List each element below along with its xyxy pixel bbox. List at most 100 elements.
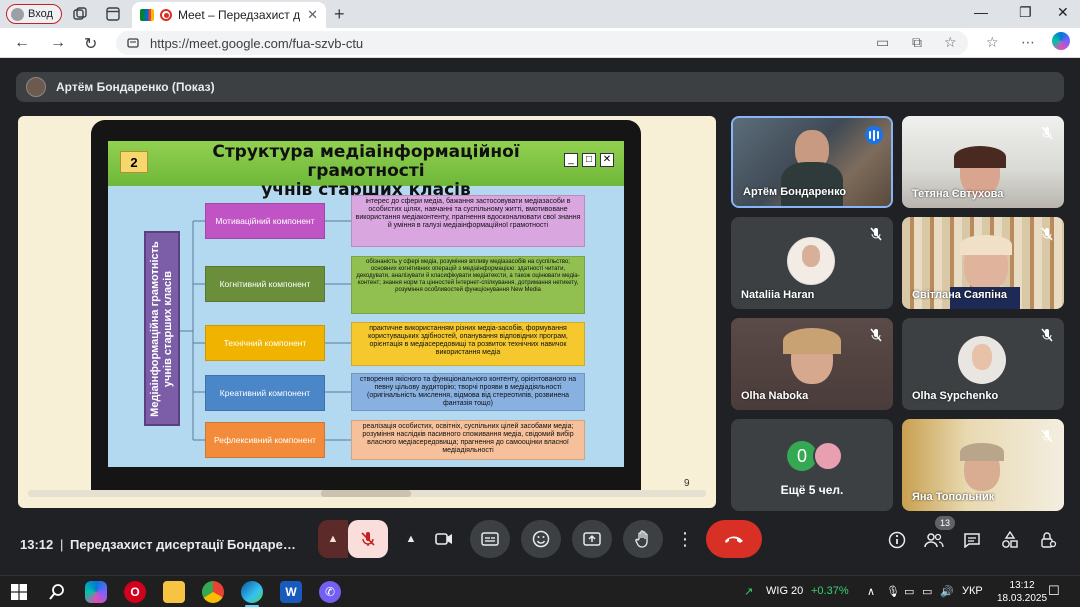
profile-label: Вход (28, 8, 53, 20)
participant-tile[interactable]: Артём Бондаренко (731, 116, 893, 208)
volume-icon[interactable]: 🔊 (940, 585, 954, 598)
camera-in-use-icon[interactable]: ▭ (876, 34, 889, 51)
captions-button[interactable] (470, 520, 510, 558)
more-participants-avatar (813, 441, 843, 471)
favorites-icon[interactable]: ☆ (986, 34, 999, 51)
word-icon[interactable]: W (280, 581, 302, 603)
favorite-star-icon[interactable]: ☆ (944, 34, 957, 51)
present-screen-button[interactable] (572, 520, 612, 558)
copilot-icon[interactable] (1052, 32, 1070, 50)
search-icon[interactable] (46, 581, 68, 603)
participant-name: Артём Бондаренко (743, 186, 847, 198)
tray-clock[interactable]: 13:12 18.03.2025 (997, 579, 1047, 605)
ticker-name[interactable]: WIG 20 (766, 585, 803, 597)
reactions-button[interactable] (521, 520, 561, 558)
participant-tile[interactable]: Nataliia Haran (731, 217, 893, 309)
more-participants-tile[interactable]: 0 Ещё 5 чел. (731, 419, 893, 511)
notifications-icon[interactable]: ☐ (1048, 583, 1060, 599)
shapes-icon (1002, 531, 1018, 548)
tray-date: 18.03.2025 (997, 593, 1048, 604)
show-hidden-icons-icon[interactable]: ∧ (867, 585, 875, 598)
restore-icon[interactable]: ❐ (1019, 4, 1032, 21)
profile-button[interactable]: Вход (6, 4, 62, 24)
more-options-button[interactable]: ⋮ (672, 520, 698, 558)
component-technical: Технічний компонент (205, 325, 325, 361)
refresh-icon[interactable]: ↻ (84, 34, 97, 54)
participant-tile[interactable]: Світлана Саяпіна (902, 217, 1064, 309)
activities-button[interactable] (999, 529, 1021, 551)
vertical-label-line2: учнів старших класів (162, 270, 174, 387)
scrollbar-thumb[interactable] (321, 490, 411, 497)
app-available-icon[interactable]: ⧉ (912, 34, 922, 51)
mic-off-icon (361, 532, 375, 546)
more-participants-label: Ещё 5 чел. (780, 483, 844, 497)
opera-icon[interactable]: O (124, 581, 146, 603)
close-window-icon[interactable]: ✕ (1057, 4, 1069, 21)
slide-page-number: 9 (684, 478, 690, 489)
meeting-controls: 13:12 | Передзахист дисертації Бондаренк… (0, 516, 1080, 575)
presenter-label: Артём Бондаренко (Показ) (56, 80, 215, 94)
speaking-indicator-icon (865, 126, 883, 144)
copilot-app-icon[interactable] (85, 581, 107, 603)
participant-tile[interactable]: Olha Naboka (731, 318, 893, 410)
battery-icon[interactable]: ▭ (922, 585, 932, 598)
captions-icon (481, 532, 499, 546)
tab-meet[interactable]: Meet – Передзахист дисерт ✕ (132, 2, 326, 28)
participant-tile[interactable]: Olha Sypchenko (902, 318, 1064, 410)
participant-hair (960, 235, 1012, 255)
stock-chart-icon: ↗ (744, 586, 754, 598)
edge-icon[interactable] (241, 581, 263, 603)
participant-hair (954, 146, 1006, 168)
video-options-button[interactable]: ▲ (398, 520, 424, 558)
desc-reflective: реалізація особистих, освітніх, суспільн… (351, 420, 585, 460)
camera-tray-icon[interactable]: ▭ (904, 585, 914, 598)
audio-options-button[interactable]: ▲ (318, 520, 348, 558)
people-button[interactable] (923, 529, 945, 551)
browser-tab-bar: Вход Meet – Передзахист дисерт ✕ + — ❐ ✕ (0, 0, 1080, 28)
desc-cognitive: обізнаність у сфері медіа, розуміння впл… (351, 256, 585, 314)
participant-name: Olha Sypchenko (912, 390, 999, 402)
minimize-icon[interactable]: — (974, 4, 988, 20)
host-controls-button[interactable] (1037, 529, 1059, 551)
component-cognitive: Когнітивний компонент (205, 266, 325, 302)
microphone-toggle-button[interactable] (348, 520, 388, 558)
raise-hand-button[interactable] (623, 520, 663, 558)
participant-tile[interactable]: Тетяна Євтухова (902, 116, 1064, 208)
participant-name: Яна Топольник (912, 491, 995, 503)
profile-avatar-icon (11, 7, 24, 21)
file-explorer-icon[interactable] (163, 581, 185, 603)
new-tab-icon[interactable]: + (334, 4, 345, 25)
ticker-change: +0.37% (811, 585, 849, 597)
close-tab-icon[interactable]: ✕ (307, 7, 318, 23)
language-indicator[interactable]: УКР (962, 585, 983, 597)
component-creative: Креативний компонент (205, 375, 325, 411)
meeting-details-button[interactable] (886, 529, 908, 551)
leave-call-button[interactable] (706, 520, 762, 558)
tab-actions-icon[interactable] (105, 6, 121, 22)
more-participants-avatars: 0 (787, 441, 847, 471)
forward-icon[interactable]: → (50, 34, 66, 52)
viber-icon[interactable]: ✆ (319, 581, 341, 603)
chrome-icon[interactable] (202, 581, 224, 603)
mic-muted-icon (1041, 227, 1053, 241)
site-info-icon[interactable] (126, 36, 140, 50)
info-icon (888, 531, 906, 549)
people-icon (924, 533, 944, 548)
camera-toggle-button[interactable] (424, 520, 464, 558)
collections-icon[interactable] (72, 6, 88, 22)
desc-motivational: інтерес до сфери медіа, бажання застосов… (351, 195, 585, 247)
google-meet-icon (140, 9, 154, 21)
participant-tile[interactable]: Яна Топольник (902, 419, 1064, 511)
hang-up-icon (725, 536, 743, 543)
back-icon[interactable]: ← (14, 34, 30, 52)
divider: | (60, 537, 64, 552)
chat-button[interactable] (961, 529, 983, 551)
windows-start-icon[interactable] (8, 581, 30, 603)
slide-vertical-label: Медіаінформаційна грамотність учнів стар… (144, 231, 180, 426)
shared-screen-scrollbar[interactable] (28, 490, 706, 497)
participant-hair (783, 328, 841, 354)
microphone-tray-icon[interactable]: 🎙 (886, 585, 900, 598)
more-menu-icon[interactable]: ⋯ (1021, 34, 1035, 51)
shared-screen[interactable]: 2 Структура медіаінформаційної грамотнос… (18, 116, 716, 508)
url-input[interactable]: https://meet.google.com/fua-szvb-ctu (116, 31, 968, 55)
